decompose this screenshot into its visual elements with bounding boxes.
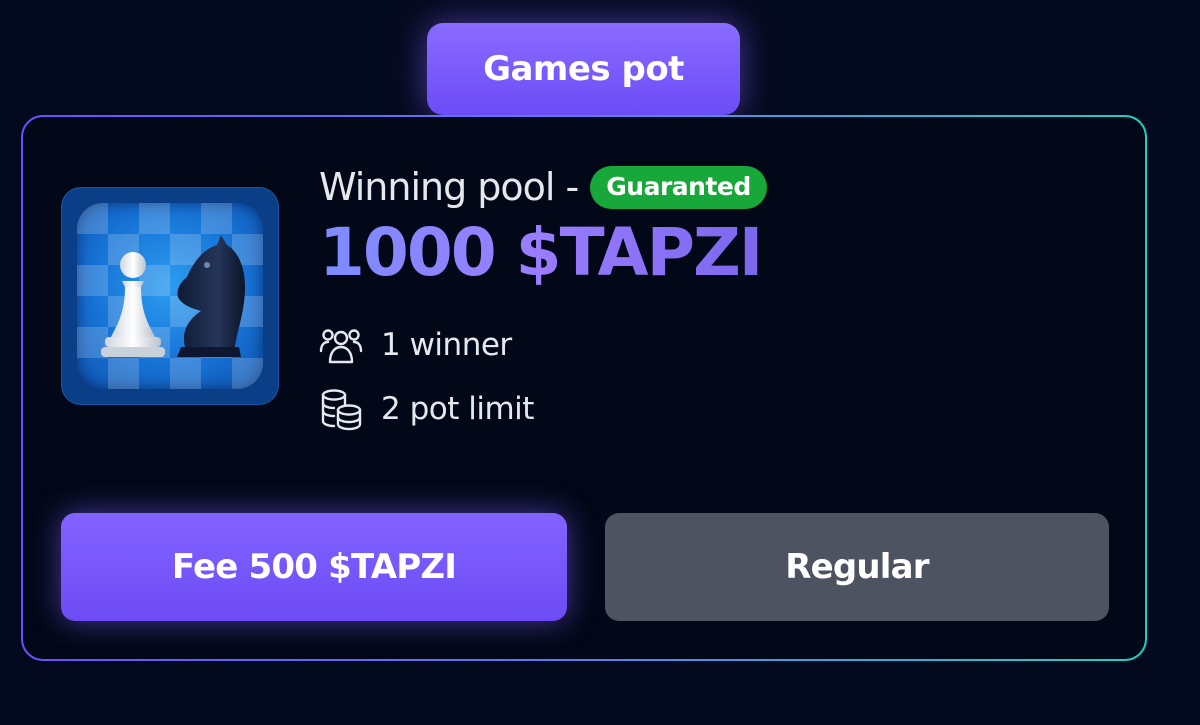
games-pot-widget: Games pot Winning pool - Guaranted 1000 … [0,0,1200,725]
regular-button[interactable]: Regular [605,513,1109,621]
fee-button-label: Fee 500 $TAPZI [171,547,457,587]
chess-icon-face [77,203,263,389]
winning-pool-label: Winning pool - [319,165,579,209]
pot-card: Winning pool - Guaranted 1000 $TAPZI 1 w… [21,115,1147,661]
winners-text: 1 winner [381,327,512,363]
pot-card-body: Winning pool - Guaranted 1000 $TAPZI 1 w… [23,117,1145,659]
pool-title-row: Winning pool - Guaranted [319,165,767,209]
chess-game-icon [61,187,279,405]
guaranteed-badge: Guaranted [590,165,767,209]
games-pot-tab-label: Games pot [483,49,684,89]
pot-limit-stat: 2 pot limit [319,387,534,431]
chess-pieces-icon [77,203,263,389]
fee-button[interactable]: Fee 500 $TAPZI [61,513,567,621]
prize-amount: 1000 $TAPZI [319,214,763,291]
winners-stat: 1 winner [319,325,512,365]
pot-limit-text: 2 pot limit [381,391,534,427]
users-icon [319,329,363,364]
coins-stack-icon [321,389,362,431]
regular-button-label: Regular [785,547,929,587]
games-pot-tab[interactable]: Games pot [427,23,740,115]
